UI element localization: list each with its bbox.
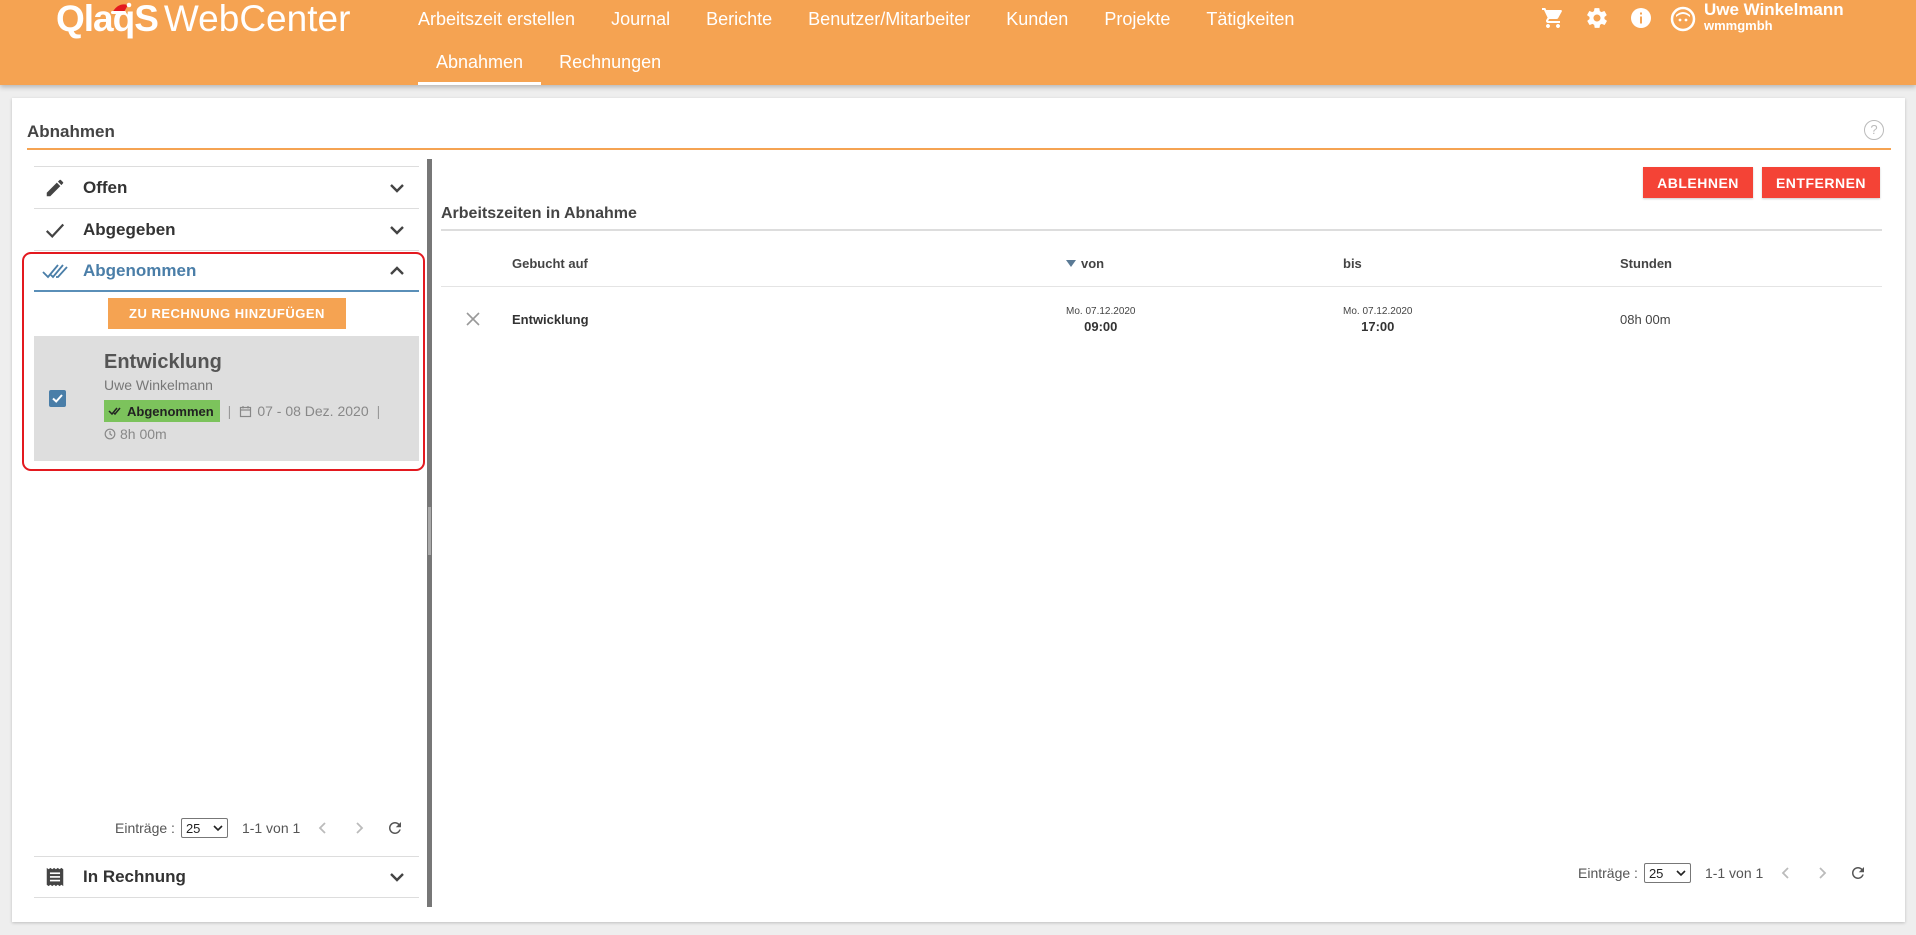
app-logo[interactable]: QlaqS WebCenter xyxy=(56,0,350,40)
refresh-icon xyxy=(389,822,402,834)
page-range: 1-1 von 1 xyxy=(1704,865,1764,881)
header-actions xyxy=(1540,5,1654,31)
remove-row-button[interactable] xyxy=(463,309,483,329)
close-icon xyxy=(466,312,480,326)
section-label: Abgegeben xyxy=(83,219,176,239)
from-date: Mo. 07.12.2020 xyxy=(1066,306,1136,317)
page-size-label: Einträge : xyxy=(1578,865,1638,881)
section-label: In Rechnung xyxy=(83,867,186,886)
to-time: 17:00 xyxy=(1361,319,1395,334)
reject-button[interactable]: ABLEHNEN xyxy=(1643,167,1753,198)
from-time: 09:00 xyxy=(1084,319,1118,334)
nav-abnahmen[interactable]: Abnahmen xyxy=(418,40,542,85)
nav-kunden[interactable]: Kunden xyxy=(1006,9,1068,30)
section-abgegeben[interactable]: Abgegeben xyxy=(34,208,419,250)
section-offen[interactable]: Offen xyxy=(34,166,419,208)
left-pager: Einträge : 25 1-1 von 1 xyxy=(115,815,408,841)
column-label: Gebucht auf xyxy=(512,256,588,271)
page-size-value: 25 xyxy=(185,820,201,836)
section-label: Offen xyxy=(83,177,128,197)
highlight-outline xyxy=(22,252,425,471)
column-label: Stunden xyxy=(1620,256,1672,271)
chevron-down-icon xyxy=(385,218,409,242)
check-icon xyxy=(42,217,68,243)
column-header-to[interactable]: bis xyxy=(1343,256,1362,271)
section-title: Arbeitszeiten in Abnahme xyxy=(441,205,637,222)
page-size-label: Einträge : xyxy=(115,820,175,836)
panel-splitter[interactable] xyxy=(427,159,432,907)
nav-journal[interactable]: Journal xyxy=(611,9,670,30)
secondary-nav: Abnahmen Rechnungen xyxy=(418,40,679,85)
next-page-button[interactable] xyxy=(1809,860,1835,886)
chevron-right-icon xyxy=(356,822,364,834)
cell-hours: 08h 00m xyxy=(1620,312,1671,327)
section-divider xyxy=(441,229,1882,231)
chevron-down-icon xyxy=(385,176,409,200)
column-header-booked-on[interactable]: Gebucht auf xyxy=(512,256,588,271)
splitter-grip[interactable] xyxy=(428,507,431,555)
user-org: wmmgmbh xyxy=(1704,18,1773,33)
sort-desc-icon xyxy=(1066,259,1076,267)
to-date: Mo. 07.12.2020 xyxy=(1343,306,1413,317)
main-nav: Arbeitszeit erstellen Journal Berichte B… xyxy=(418,0,1330,38)
right-pager: Einträge : 25 1-1 von 1 xyxy=(1578,860,1871,886)
next-page-button[interactable] xyxy=(346,815,372,841)
chevron-left-icon xyxy=(1782,867,1789,879)
santa-hat-icon xyxy=(111,2,132,14)
pencil-icon xyxy=(42,175,68,201)
chevron-down-icon xyxy=(1676,870,1686,877)
help-icon[interactable]: ? xyxy=(1864,120,1884,140)
refresh-button[interactable] xyxy=(382,815,408,841)
chevron-right-icon xyxy=(1819,867,1827,879)
nav-benutzer-mitarbeiter[interactable]: Benutzer/Mitarbeiter xyxy=(808,9,970,30)
page-size-select[interactable]: 25 xyxy=(180,818,228,838)
nav-taetigkeiten[interactable]: Tätigkeiten xyxy=(1206,9,1294,30)
prev-page-button[interactable] xyxy=(310,815,336,841)
chevron-down-icon xyxy=(385,865,409,889)
nav-arbeitszeit-erstellen[interactable]: Arbeitszeit erstellen xyxy=(418,9,575,30)
logo-brand: QlaqS xyxy=(56,0,159,39)
user-info: Uwe Winkelmann wmmgmbh xyxy=(1704,1,1844,33)
page-size-value: 25 xyxy=(1648,865,1664,881)
cell-to: Mo. 07.12.2020 17:00 xyxy=(1343,306,1413,334)
receipt-icon xyxy=(42,864,68,890)
nav-projekte[interactable]: Projekte xyxy=(1104,9,1170,30)
column-label: bis xyxy=(1343,256,1362,271)
column-header-from[interactable]: von xyxy=(1066,256,1104,271)
refresh-icon xyxy=(1852,867,1865,879)
title-divider xyxy=(27,148,1891,150)
logo-product: WebCenter xyxy=(163,0,351,39)
page-size-select[interactable]: 25 xyxy=(1643,863,1691,883)
column-header-hours[interactable]: Stunden xyxy=(1620,256,1672,271)
chevron-down-icon xyxy=(213,825,223,832)
chevron-left-icon xyxy=(319,822,326,834)
user-menu[interactable]: Uwe Winkelmann wmmgmbh xyxy=(1670,1,1844,33)
page-title: Abnahmen xyxy=(27,122,115,141)
gear-icon[interactable] xyxy=(1584,5,1610,31)
refresh-button[interactable] xyxy=(1845,860,1871,886)
prev-page-button[interactable] xyxy=(1773,860,1799,886)
nav-berichte[interactable]: Berichte xyxy=(706,9,772,30)
user-name: Uwe Winkelmann xyxy=(1704,0,1844,19)
remove-button[interactable]: ENTFERNEN xyxy=(1762,167,1880,198)
table-header-divider xyxy=(441,286,1882,287)
info-icon[interactable] xyxy=(1628,5,1654,31)
section-in-rechnung[interactable]: In Rechnung xyxy=(34,856,419,898)
cell-from: Mo. 07.12.2020 09:00 xyxy=(1066,306,1136,334)
column-label: von xyxy=(1081,256,1105,271)
nav-rechnungen[interactable]: Rechnungen xyxy=(541,40,679,85)
cart-icon[interactable] xyxy=(1540,5,1566,31)
top-bar: QlaqS WebCenter Arbeitszeit erstellen Jou… xyxy=(0,0,1916,85)
cell-booked-on: Entwicklung xyxy=(512,312,589,327)
page-range: 1-1 von 1 xyxy=(241,820,301,836)
avatar xyxy=(1670,6,1696,32)
